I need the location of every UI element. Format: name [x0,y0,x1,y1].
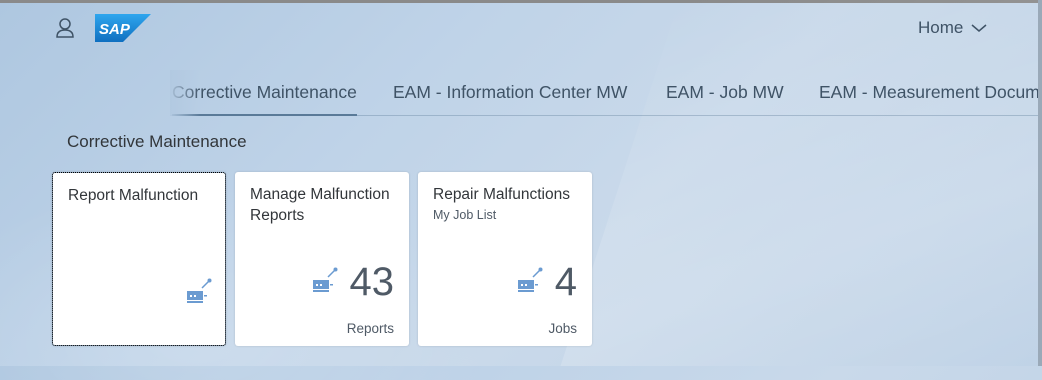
window-right-border [1038,0,1042,366]
group-title: Corrective Maintenance [67,132,247,151]
tile-repair-malfunctions[interactable]: Repair Malfunctions My Job List 4 Jobs [418,172,592,346]
window-top-border [0,0,1042,3]
home-menu-label: Home [918,18,964,37]
tile-subtitle: My Job List [433,208,497,222]
tab-eam-measurement-documents[interactable]: EAM - Measurement Documents [819,82,1038,103]
tile-manage-malfunction-reports[interactable]: Manage Malfunction Reports 43 Reports [235,172,409,346]
tile-title: Manage Malfunction Reports [250,186,390,224]
tile-kpi-unit: Reports [346,321,394,336]
tile-title: Report Malfunction [68,187,199,204]
tab-corrective-maintenance[interactable]: Corrective Maintenance [172,82,357,116]
sap-logo: SAP [95,14,151,42]
tile-kpi-unit: Jobs [548,321,577,336]
user-icon [56,18,74,38]
tile-report-malfunction[interactable]: Report Malfunction [52,172,226,346]
svg-text:SAP: SAP [99,21,131,38]
malfunction-icon [187,278,212,303]
user-profile-button[interactable] [54,16,76,40]
malfunction-icon [313,267,338,292]
malfunction-icon [518,267,543,292]
tile-kpi-value: 43 [349,260,395,304]
anchor-nav-bar: Corrective Maintenance EAM - Information… [0,70,1038,116]
home-menu-button[interactable]: Home [918,16,987,40]
background-shape [560,0,1042,366]
tab-eam-information-center[interactable]: EAM - Information Center MW [393,82,627,103]
tile-kpi-value: 4 [554,260,577,304]
tile-title: Repair Malfunctions [433,186,570,203]
tab-eam-job[interactable]: EAM - Job MW [666,82,784,103]
chevron-down-icon [971,24,987,32]
